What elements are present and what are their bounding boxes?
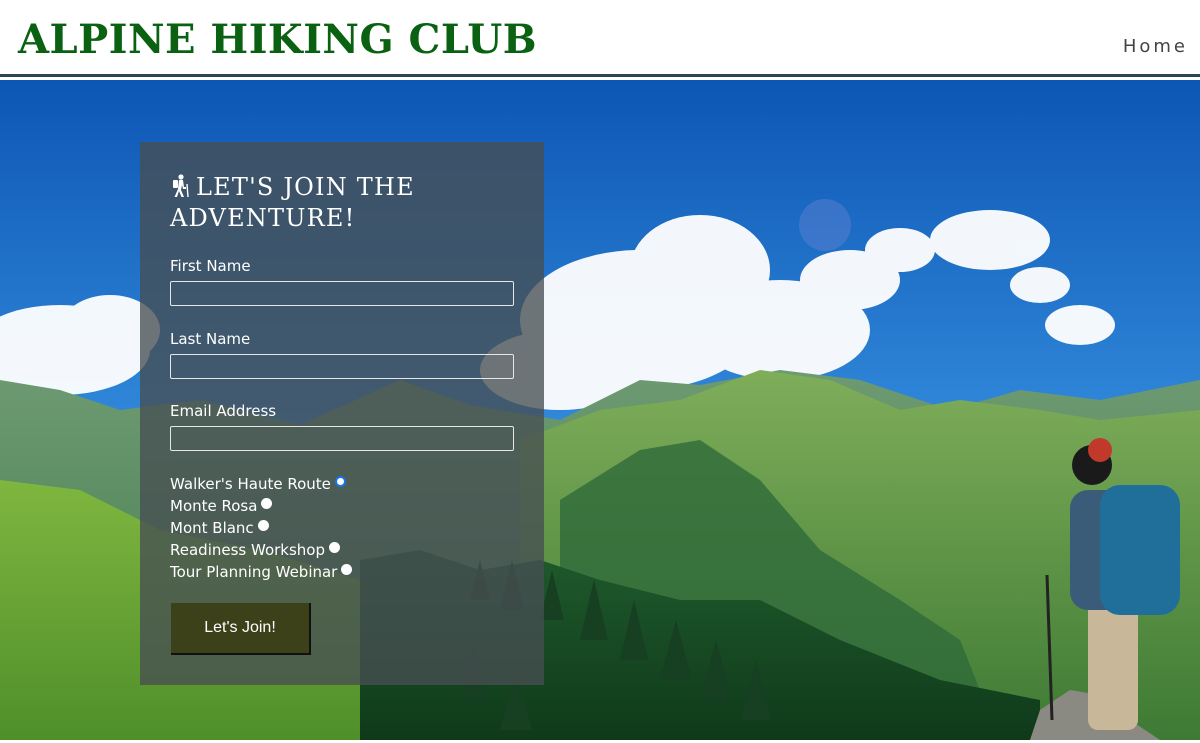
option-label: Tour Planning Webinar bbox=[170, 563, 338, 581]
option-row[interactable]: Monte Rosa bbox=[170, 496, 273, 516]
option-radio[interactable] bbox=[334, 475, 346, 487]
email-label: Email Address bbox=[170, 402, 277, 420]
option-radio[interactable] bbox=[257, 519, 269, 531]
site-brand[interactable]: ALPINE HIKING CLUB bbox=[18, 16, 537, 64]
nav-home-link[interactable]: Home bbox=[1123, 36, 1188, 57]
last-name-input[interactable] bbox=[170, 354, 514, 379]
option-radio[interactable] bbox=[261, 497, 273, 509]
first-name-label: First Name bbox=[170, 257, 251, 275]
option-label: Monte Rosa bbox=[170, 497, 258, 515]
form-title-text: LET'S JOIN THE ADVENTURE! bbox=[170, 173, 415, 232]
option-radio[interactable] bbox=[329, 541, 340, 553]
last-name-label: Last Name bbox=[170, 330, 251, 348]
option-label: Walker's Haute Route bbox=[170, 475, 331, 493]
hiker-icon bbox=[170, 174, 190, 198]
option-row[interactable]: Readiness Workshop bbox=[170, 540, 340, 560]
first-name-input[interactable] bbox=[170, 281, 514, 306]
form-title: LET'S JOIN THE ADVENTURE! bbox=[170, 172, 520, 234]
option-label: Mont Blanc bbox=[170, 519, 254, 537]
signup-panel: LET'S JOIN THE ADVENTURE! First Name Las… bbox=[140, 142, 544, 685]
join-button[interactable]: Let's Join! bbox=[171, 603, 311, 655]
email-input[interactable] bbox=[170, 426, 514, 451]
option-row[interactable]: Mont Blanc bbox=[170, 518, 269, 538]
option-radio[interactable] bbox=[341, 563, 353, 575]
option-row[interactable]: Tour Planning Webinar bbox=[170, 562, 353, 582]
site-header: ALPINE HIKING CLUB Home bbox=[0, 0, 1200, 77]
option-row[interactable]: Walker's Haute Route bbox=[170, 474, 346, 494]
option-label: Readiness Workshop bbox=[170, 541, 325, 559]
